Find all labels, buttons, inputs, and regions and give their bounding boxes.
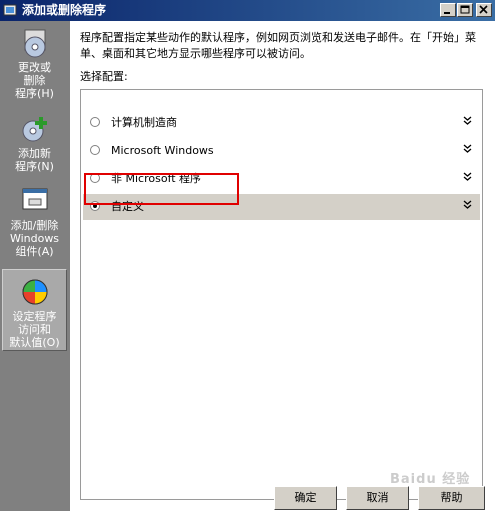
- radio-manufacturer[interactable]: [90, 117, 100, 127]
- option-label: Microsoft Windows: [111, 144, 214, 157]
- radio-microsoft-windows[interactable]: [90, 145, 100, 155]
- title-bar[interactable]: 添加或删除程序: [0, 0, 495, 21]
- highlight-box: [84, 173, 239, 205]
- chevron-down-icon[interactable]: [463, 172, 472, 182]
- description-text: 程序配置指定某些动作的默认程序，例如网页浏览和发送电子邮件。在「开始」菜单、桌面…: [80, 31, 476, 60]
- sidebar-item-change-remove[interactable]: 更改或 删除 程序(H): [2, 27, 67, 105]
- sidebar-item-label: 更改或 删除 程序(H): [15, 61, 54, 100]
- windows-components-icon: [22, 188, 47, 210]
- maximize-icon: [460, 5, 470, 14]
- sidebar-item-label: 设定程序 访问和 默认值(O): [9, 310, 60, 349]
- chevron-down-icon[interactable]: [463, 116, 472, 126]
- close-icon: [479, 5, 488, 14]
- ok-button[interactable]: 确定: [274, 486, 337, 510]
- option-manufacturer[interactable]: 计算机制造商: [83, 110, 480, 136]
- chevron-down-icon[interactable]: [463, 144, 472, 154]
- close-button[interactable]: [476, 3, 492, 17]
- config-list: 计算机制造商 Microsoft Windows 非 Microsoft 程序 …: [80, 89, 483, 500]
- chevron-down-icon[interactable]: [463, 200, 472, 210]
- add-programs-icon: [22, 117, 47, 142]
- cancel-button[interactable]: 取消: [346, 486, 409, 510]
- defaults-globe-icon: [22, 279, 47, 305]
- choose-config-label: 选择配置:: [80, 70, 128, 83]
- main-content: 程序配置指定某些动作的默认程序，例如网页浏览和发送电子邮件。在「开始」菜单、桌面…: [70, 21, 495, 511]
- sidebar-item-windows-components[interactable]: 添加/删除 Windows 组件(A): [2, 185, 67, 261]
- sidebar-item-label: 添加新 程序(N): [15, 147, 54, 173]
- option-microsoft-windows[interactable]: Microsoft Windows: [83, 138, 480, 164]
- sidebar: 更改或 删除 程序(H) 添加新 程序(N) 添加/删除 Windows 组件(…: [0, 21, 70, 511]
- sidebar-item-program-defaults[interactable]: 设定程序 访问和 默认值(O): [2, 269, 67, 351]
- window-title: 添加或删除程序: [22, 3, 107, 17]
- option-label: 计算机制造商: [111, 116, 177, 129]
- help-button[interactable]: 帮助: [418, 486, 485, 510]
- sidebar-item-add-new[interactable]: 添加新 程序(N): [2, 113, 67, 175]
- programs-cd-icon: [24, 29, 45, 58]
- sidebar-item-label: 添加/删除 Windows 组件(A): [9, 219, 60, 258]
- minimize-icon: [444, 12, 450, 14]
- watermark-text: Baidu 经验: [390, 472, 471, 487]
- app-icon: [3, 4, 17, 16]
- maximize-button[interactable]: [457, 3, 473, 17]
- minimize-button[interactable]: [440, 3, 456, 17]
